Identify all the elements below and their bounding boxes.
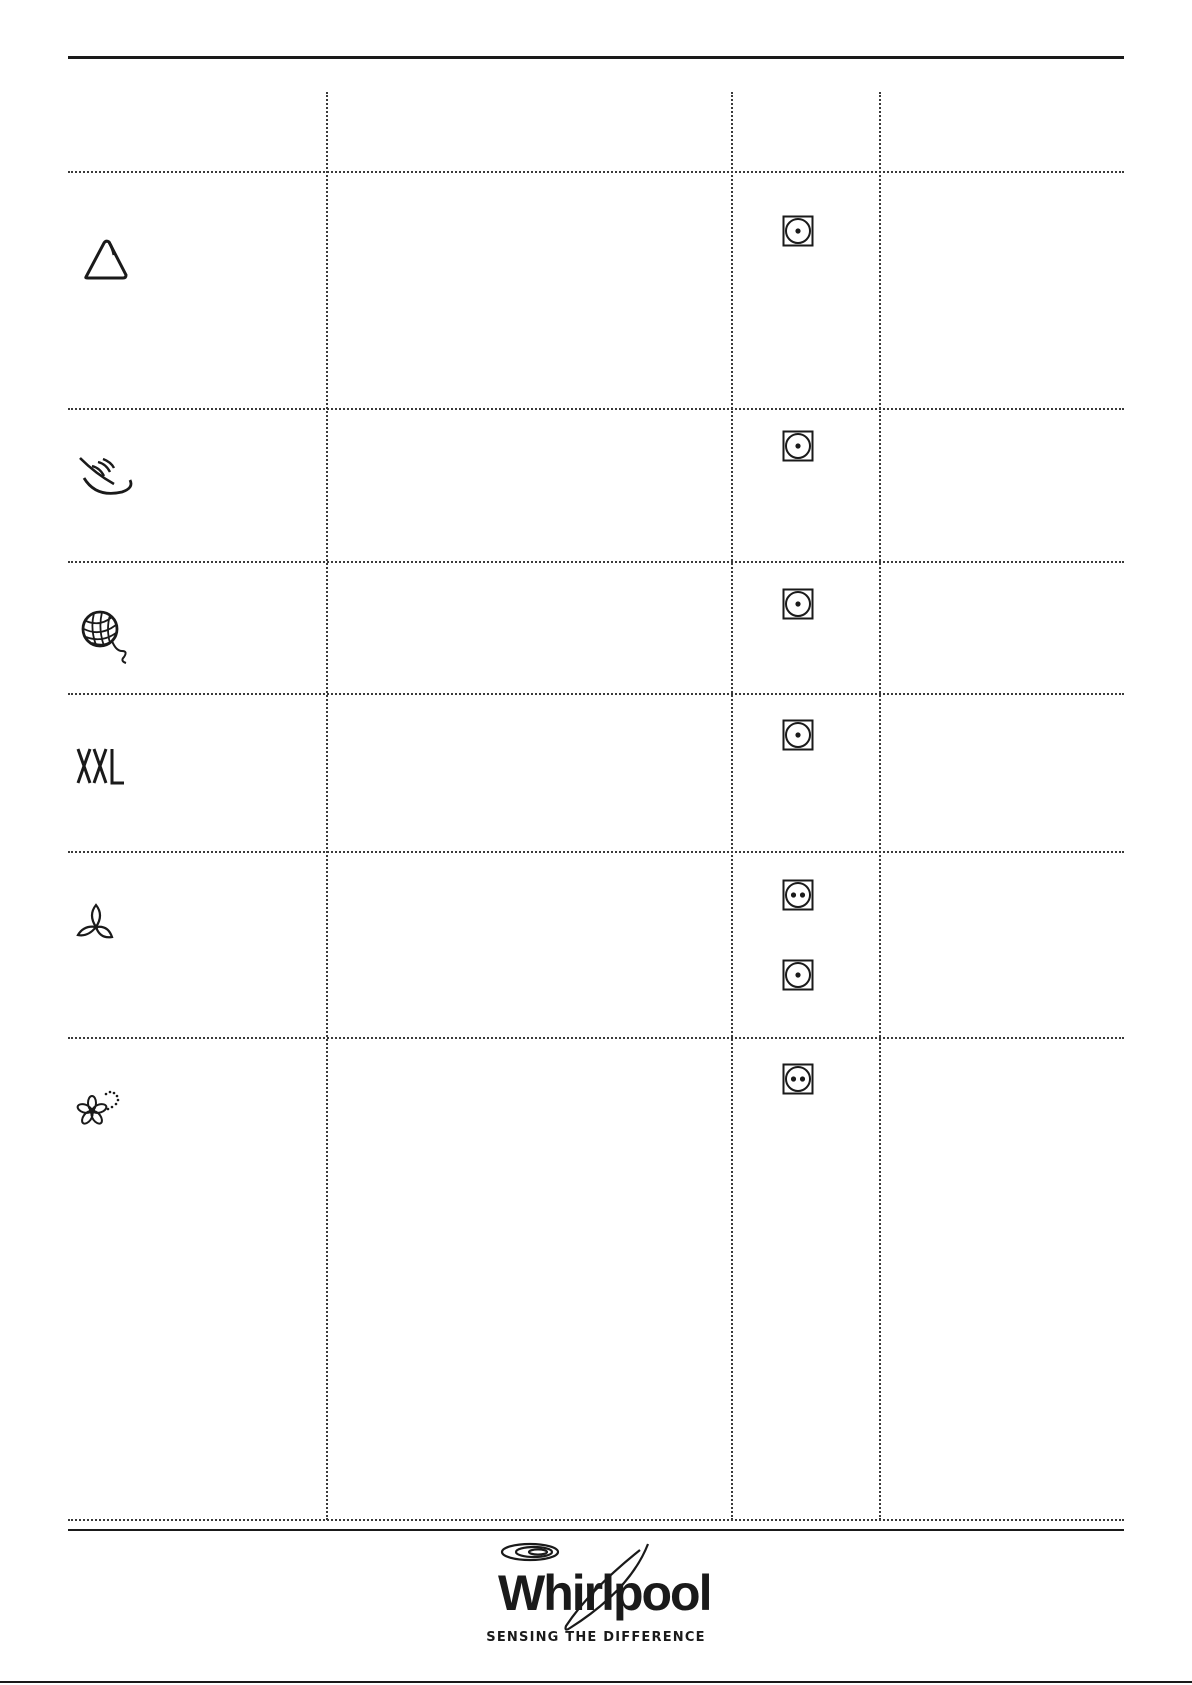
- program-row: [68, 408, 1124, 561]
- double-dot-dry-icon: [782, 1063, 814, 1095]
- svg-text:Whirlpool: Whirlpool: [498, 1565, 710, 1621]
- brand-tagline: SENSING THE DIFFERENCE: [486, 1630, 706, 1645]
- program-row: [68, 561, 1124, 693]
- single-dot-dry-icon: [782, 959, 814, 991]
- wool-ball-icon: [76, 607, 136, 667]
- footer-rule: [0, 1681, 1192, 1683]
- single-dot-dry-icon: [782, 719, 814, 751]
- single-dot-dry-icon: [782, 588, 814, 620]
- double-dot-dry-icon: [782, 879, 814, 911]
- single-dot-dry-icon: [782, 215, 814, 247]
- program-row: [68, 1037, 1124, 1519]
- single-dot-dry-icon: [782, 430, 814, 462]
- program-row: [68, 693, 1124, 851]
- flower-fresh-icon: [76, 1089, 136, 1149]
- program-row: [68, 851, 1124, 1037]
- bottom-rule: [68, 1529, 1124, 1531]
- top-rule: [68, 56, 1124, 59]
- feather-bowl-icon: [76, 454, 136, 514]
- fan-icon: [76, 901, 136, 961]
- cotton-bag-icon: [76, 231, 136, 291]
- row-divider: [68, 1519, 1124, 1521]
- xxl-icon: [76, 745, 136, 805]
- program-row: [68, 171, 1124, 408]
